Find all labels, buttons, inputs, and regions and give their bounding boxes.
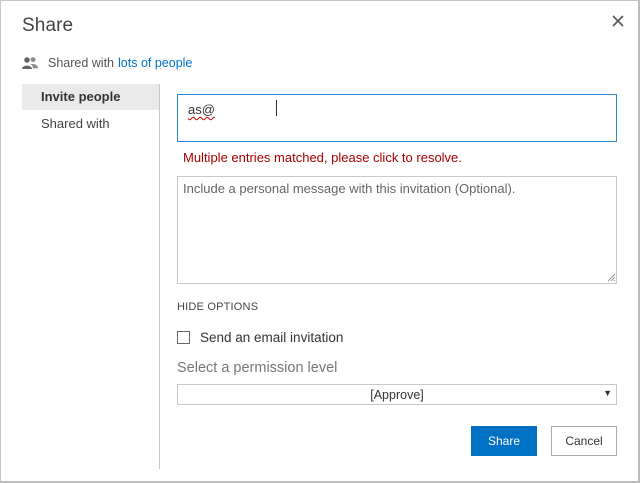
share-dialog: Share Shared with lots of people Invite …: [0, 0, 640, 483]
close-icon: [612, 15, 624, 27]
cancel-button[interactable]: Cancel: [551, 426, 617, 456]
invite-people-input[interactable]: as@: [177, 94, 617, 142]
email-invitation-checkbox[interactable]: [177, 331, 190, 344]
email-invitation-label[interactable]: Send an email invitation: [200, 330, 343, 345]
personal-message-field[interactable]: [177, 176, 617, 284]
permission-level-select[interactable]: [Approve] ▼: [177, 384, 617, 405]
dialog-title: Share: [22, 15, 74, 36]
resize-grip-icon[interactable]: [607, 273, 616, 282]
shared-with-link[interactable]: lots of people: [118, 56, 192, 70]
hide-options-toggle[interactable]: HIDE OPTIONS: [177, 301, 258, 313]
share-button[interactable]: Share: [471, 426, 537, 456]
resolve-error-message: Multiple entries matched, please click t…: [183, 150, 462, 165]
text-caret: [276, 100, 277, 116]
shared-with-text: Shared with: [48, 56, 115, 70]
close-button[interactable]: [607, 10, 629, 32]
nav-item-invite-people[interactable]: Invite people: [22, 84, 159, 110]
invite-input-value: as@: [188, 102, 215, 117]
email-invitation-row: Send an email invitation: [177, 330, 343, 345]
permission-level-value: [Approve]: [370, 388, 424, 402]
dropdown-arrow-icon: ▼: [603, 388, 612, 398]
nav-item-shared-with[interactable]: Shared with: [22, 111, 159, 137]
left-nav: Invite people Shared with: [22, 84, 160, 469]
people-icon: [22, 57, 38, 69]
permission-level-label: Select a permission level: [177, 360, 338, 376]
shared-with-summary: Shared with lots of people: [22, 54, 192, 72]
